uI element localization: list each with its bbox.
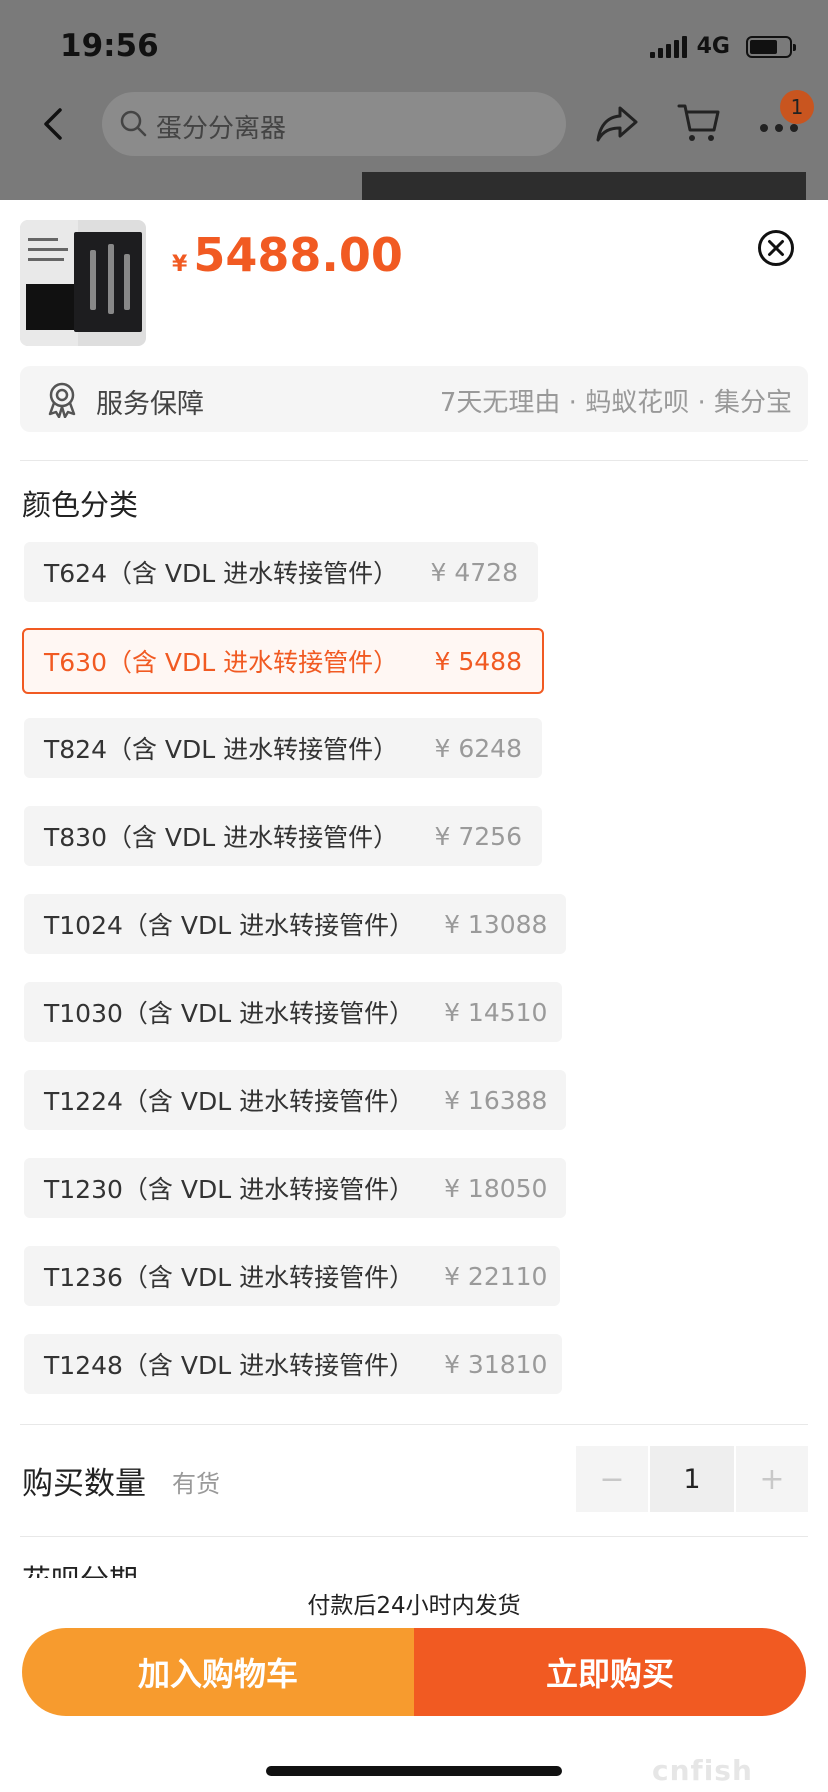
option-name: T1224（含 VDL 进水转接管件）	[44, 1087, 415, 1116]
option-name: T1236（含 VDL 进水转接管件）	[44, 1263, 415, 1292]
color-option[interactable]: T1248（含 VDL 进水转接管件） ¥ 31810	[24, 1334, 562, 1394]
option-price: ¥ 13088	[444, 909, 548, 939]
search-input[interactable]: 蛋分分离器	[102, 92, 566, 156]
home-indicator[interactable]	[266, 1766, 562, 1776]
stock-status: 有货	[172, 1470, 220, 1498]
option-price: ¥ 6248	[434, 733, 522, 763]
divider	[20, 460, 808, 461]
bottom-action-bar: 付款后24小时内发货 加入购物车 立即购买 cnfish	[0, 1578, 828, 1792]
color-option-selected[interactable]: T630（含 VDL 进水转接管件） ¥ 5488	[22, 628, 544, 694]
option-name: T1024（含 VDL 进水转接管件）	[44, 911, 415, 940]
option-name: T824（含 VDL 进水转接管件）	[44, 735, 399, 764]
price-amount: 5488.00	[193, 228, 403, 282]
option-price: ¥ 18050	[444, 1173, 548, 1203]
cart-icon[interactable]	[676, 100, 722, 146]
color-section-title: 颜色分类	[22, 488, 139, 522]
price-currency: ¥	[172, 252, 188, 277]
shipping-note: 付款后24小时内发货	[307, 1593, 521, 1619]
product-thumbnail[interactable]	[20, 220, 146, 346]
background-product-strip	[362, 172, 806, 200]
back-arrow-icon[interactable]	[34, 104, 74, 144]
option-price: ¥ 5488	[434, 646, 522, 676]
option-name: T630（含 VDL 进水转接管件）	[44, 648, 399, 677]
status-time: 19:56	[60, 28, 159, 64]
search-placeholder: 蛋分分离器	[156, 114, 287, 144]
color-option[interactable]: T1024（含 VDL 进水转接管件） ¥ 13088	[24, 894, 566, 954]
quantity-stepper: − 1 +	[576, 1446, 808, 1512]
signal-icon	[649, 35, 687, 58]
option-price: ¥ 16388	[444, 1085, 548, 1115]
decrement-button[interactable]: −	[576, 1446, 648, 1512]
service-title: 服务保障	[96, 389, 204, 420]
status-indicators: 4G	[649, 34, 796, 59]
status-bar: 19:56 4G	[0, 0, 828, 90]
buy-now-button[interactable]: 立即购买	[414, 1628, 806, 1716]
network-label: 4G	[696, 34, 730, 59]
option-price: ¥ 7256	[434, 821, 522, 851]
background-page: 19:56 4G 蛋分分离器 1	[0, 0, 828, 200]
option-name: T1248（含 VDL 进水转接管件）	[44, 1351, 415, 1380]
option-name: T624（含 VDL 进水转接管件）	[44, 559, 399, 588]
color-option[interactable]: T1030（含 VDL 进水转接管件） ¥ 14510	[24, 982, 562, 1042]
quantity-value[interactable]: 1	[650, 1446, 734, 1512]
option-price: ¥ 22110	[444, 1261, 548, 1291]
watermark: cnfish	[652, 1754, 753, 1787]
option-name: T1230（含 VDL 进水转接管件）	[44, 1175, 415, 1204]
divider	[20, 1424, 808, 1425]
close-icon[interactable]	[756, 228, 796, 268]
price-display: ¥ 5488.00	[172, 228, 403, 282]
color-option[interactable]: T830（含 VDL 进水转接管件） ¥ 7256	[24, 806, 542, 866]
installment-label: 花呗分期	[22, 1558, 222, 1578]
option-price: ¥ 4728	[430, 557, 518, 587]
color-option[interactable]: T824（含 VDL 进水转接管件） ¥ 6248	[24, 718, 542, 778]
top-navigation: 蛋分分离器 1	[0, 90, 828, 160]
cart-badge: 1	[780, 90, 814, 124]
add-to-cart-button[interactable]: 加入购物车	[22, 1628, 414, 1716]
color-option[interactable]: T1230（含 VDL 进水转接管件） ¥ 18050	[24, 1158, 566, 1218]
option-price: ¥ 14510	[444, 997, 548, 1027]
increment-button[interactable]: +	[736, 1446, 808, 1512]
color-option[interactable]: T1224（含 VDL 进水转接管件） ¥ 16388	[24, 1070, 566, 1130]
service-guarantee-row[interactable]: 服务保障 7天无理由 · 蚂蚁花呗 · 集分宝	[20, 366, 808, 432]
divider	[20, 1536, 808, 1537]
award-icon	[48, 382, 76, 418]
service-items: 7天无理由 · 蚂蚁花呗 · 集分宝	[439, 388, 792, 418]
quantity-label: 购买数量	[22, 1466, 146, 1502]
color-option[interactable]: T1236（含 VDL 进水转接管件） ¥ 22110	[24, 1246, 560, 1306]
sku-sheet: ¥ 5488.00 服务保障 7天无理由 · 蚂蚁花呗 · 集分宝 颜色分类 T…	[0, 200, 828, 1792]
option-price: ¥ 31810	[444, 1349, 548, 1379]
battery-icon	[746, 35, 796, 58]
search-icon	[120, 110, 147, 137]
share-icon[interactable]	[594, 102, 640, 146]
color-option[interactable]: T624（含 VDL 进水转接管件） ¥ 4728	[24, 542, 538, 602]
option-name: T830（含 VDL 进水转接管件）	[44, 823, 399, 852]
option-name: T1030（含 VDL 进水转接管件）	[44, 999, 415, 1028]
